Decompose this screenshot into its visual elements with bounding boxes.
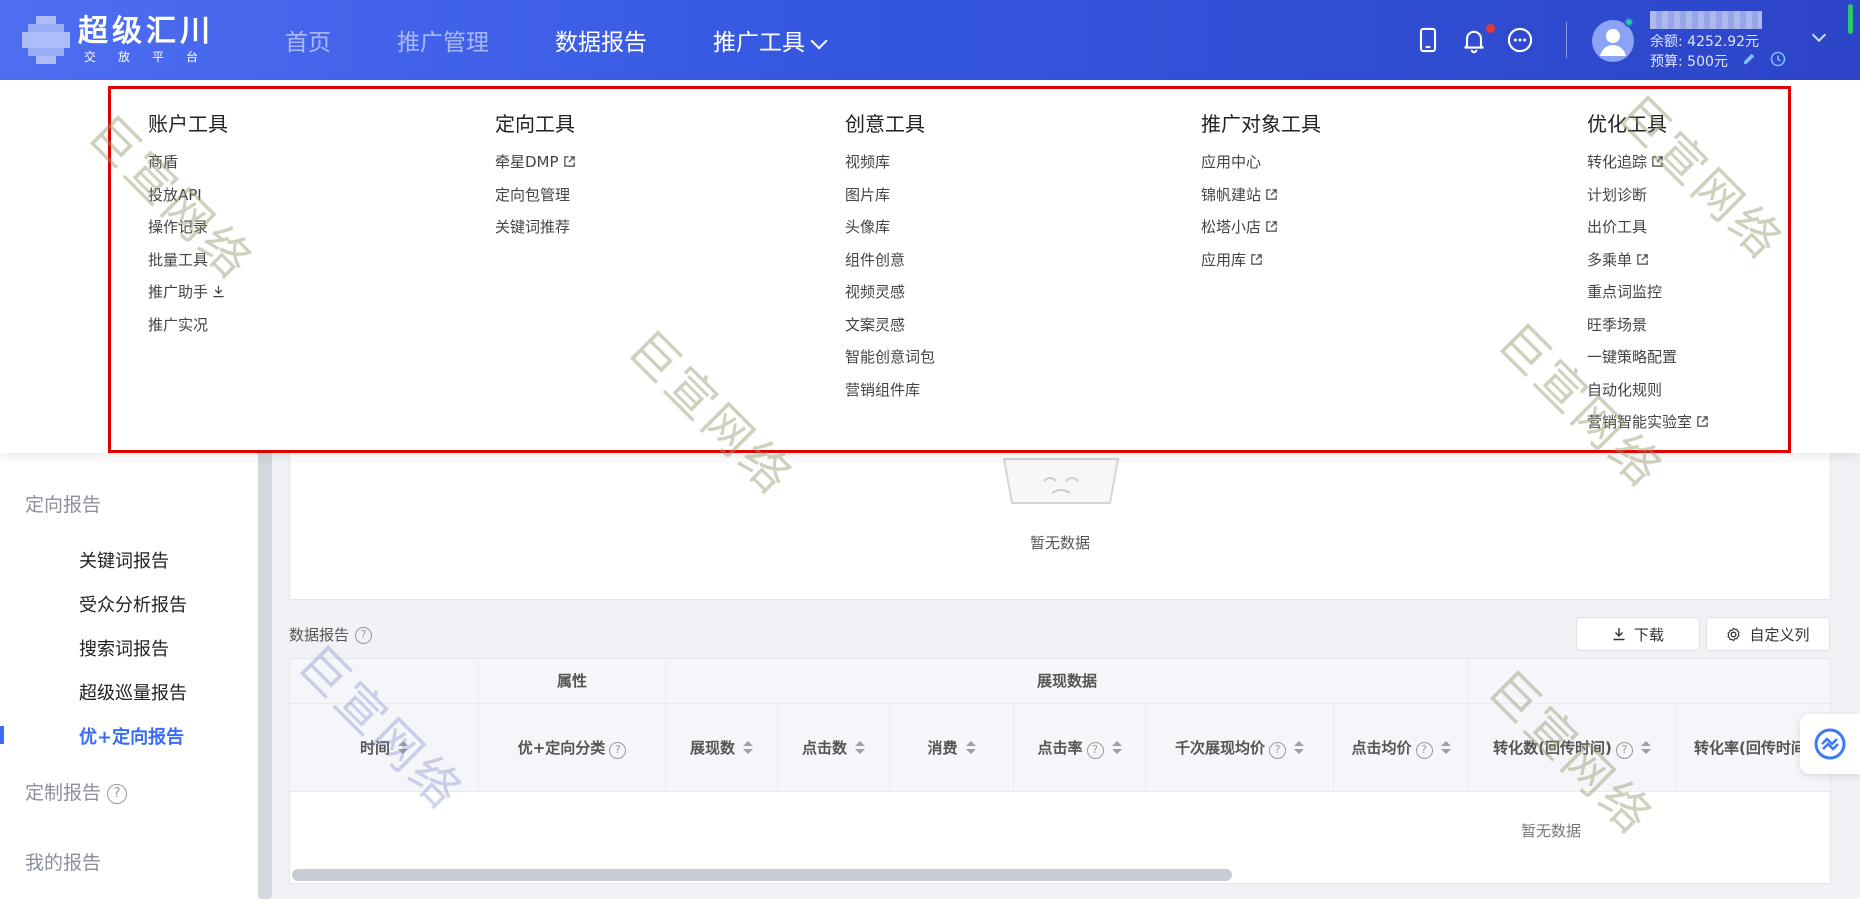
help-icon[interactable]: ? [609, 742, 627, 759]
sort-icon[interactable] [1294, 741, 1304, 755]
nav-promotion-tools-label: 推广工具 [713, 30, 805, 56]
group-header-blank [290, 659, 479, 704]
column-header-cpm-label: 千次展现均价 [1174, 739, 1265, 757]
column-header-category[interactable]: 优+定向分类? [479, 704, 666, 792]
nav-home[interactable]: 首页 [285, 23, 331, 57]
user-menu-chevron-icon[interactable] [1811, 27, 1827, 43]
nav-promotion-management[interactable]: 推广管理 [397, 23, 489, 57]
sidebar-scrollbar[interactable] [258, 440, 272, 899]
column-header-clicks[interactable]: 点击数 [778, 704, 890, 792]
column-header-spend[interactable]: 消费 [890, 704, 1014, 792]
sort-icon[interactable] [398, 741, 408, 755]
sidebar-group-targeting[interactable]: 定向报告 [25, 490, 101, 517]
assistant-icon [1814, 728, 1846, 760]
download-button[interactable]: 下载 [1576, 617, 1700, 651]
sidebar-group-custom[interactable]: 定制报告? [25, 778, 128, 805]
empty-state-text: 暂无数据 [1030, 534, 1091, 552]
nav-data-report[interactable]: 数据报告 [555, 23, 647, 57]
budget-text: 预算: 500元 [1650, 54, 1728, 70]
online-status-dot [1624, 17, 1634, 27]
help-icon[interactable]: ? [1269, 742, 1286, 759]
table-horizontal-scrollbar[interactable] [292, 869, 1232, 881]
column-header-cpc[interactable]: 点击均价? [1334, 704, 1469, 792]
empty-box-icon [1002, 458, 1120, 504]
help-icon[interactable]: ? [355, 627, 373, 644]
logo-subtitle: 交放平台 [84, 50, 221, 64]
sidebar-item-u-plus-targeting-report[interactable]: 优+定向报告 [79, 723, 184, 749]
sort-icon[interactable] [1440, 741, 1451, 755]
column-header-ctr-label: 点击率 [1037, 739, 1083, 757]
bell-icon[interactable] [1460, 26, 1488, 54]
logo-mosaic-icon [22, 16, 70, 64]
custom-columns-label: 自定义列 [1749, 625, 1810, 644]
data-table: 属性 展现数据 时间 优+定向分类? 展现数 点击数 消费 点击率? 千次展现均… [289, 658, 1831, 884]
column-header-spend-label: 消费 [927, 739, 958, 757]
notification-dot [1486, 24, 1495, 33]
custom-columns-button[interactable]: 自定义列 [1706, 617, 1830, 651]
table-empty-text: 暂无数据 [1521, 822, 1582, 840]
highlight-frame [108, 86, 1791, 453]
sort-icon[interactable] [965, 741, 976, 755]
section-title-label: 数据报告 [289, 626, 350, 644]
clock-icon[interactable] [1770, 51, 1786, 67]
column-header-conversions[interactable]: 转化数(回传时间)? [1469, 704, 1676, 792]
column-header-conversions-label: 转化数(回传时间) [1493, 739, 1612, 757]
download-icon [1613, 628, 1625, 641]
sidebar-item-super-patrol-report[interactable]: 超级巡量报告 [79, 679, 187, 705]
column-header-cpm[interactable]: 千次展现均价? [1146, 704, 1334, 792]
chevron-down-icon [810, 32, 828, 50]
sidebar-item-keyword-report[interactable]: 关键词报告 [79, 547, 169, 573]
floating-assistant-button[interactable] [1800, 714, 1860, 774]
column-header-impressions-label: 展现数 [689, 739, 735, 757]
main-nav: 首页 推广管理 数据报告 推广工具 [285, 0, 891, 80]
column-header-ctr[interactable]: 点击率? [1014, 704, 1146, 792]
column-header-cpc-label: 点击均价 [1351, 739, 1412, 757]
help-icon[interactable]: ? [1415, 742, 1433, 759]
edit-icon[interactable] [1742, 52, 1756, 66]
column-header-category-label: 优+定向分类 [517, 739, 606, 757]
gear-icon [1727, 627, 1741, 641]
column-header-clicks-label: 点击数 [801, 739, 847, 757]
status-indicator [1848, 4, 1853, 34]
column-header-time[interactable]: 时间 [290, 704, 479, 792]
sort-icon[interactable] [855, 741, 865, 755]
column-header-time-label: 时间 [359, 739, 390, 757]
sort-icon[interactable] [1640, 741, 1651, 755]
table-group-header-row: 属性 展现数据 [290, 659, 1830, 704]
section-title: 数据报告? [289, 624, 373, 645]
sidebar-active-indicator [0, 726, 4, 744]
sort-icon[interactable] [743, 741, 753, 755]
sidebar-item-audience-report[interactable]: 受众分析报告 [79, 591, 187, 617]
logo-title: 超级汇川 [78, 14, 214, 49]
help-icon[interactable]: ? [107, 784, 128, 804]
more-icon[interactable] [1506, 26, 1534, 54]
user-name-blurred [1650, 11, 1762, 29]
group-header-blank-right [1469, 659, 1830, 704]
table-header-row: 时间 优+定向分类? 展现数 点击数 消费 点击率? 千次展现均价? 点击均价?… [290, 704, 1830, 792]
column-header-impressions[interactable]: 展现数 [666, 704, 778, 792]
mobile-icon[interactable] [1414, 26, 1442, 54]
sidebar-item-search-term-report[interactable]: 搜索词报告 [79, 635, 169, 661]
logo[interactable]: 超级汇川 交放平台 [22, 14, 220, 66]
top-header: 超级汇川 交放平台 首页 推广管理 数据报告 推广工具 余额: 4252.92元… [0, 0, 1860, 80]
group-header-attribute: 属性 [479, 659, 666, 704]
sort-icon[interactable] [1111, 741, 1122, 755]
group-header-impression-data: 展现数据 [666, 659, 1469, 704]
balance-text: 余额: 4252.92元 [1650, 34, 1760, 50]
sidebar-group-mine[interactable]: 我的报告 [25, 848, 101, 875]
download-label: 下载 [1633, 625, 1664, 644]
sidebar-group-custom-label: 定制报告 [25, 782, 102, 804]
nav-promotion-tools[interactable]: 推广工具 [713, 23, 828, 57]
header-divider [1566, 22, 1567, 58]
help-icon[interactable]: ? [1615, 742, 1633, 759]
help-icon[interactable]: ? [1086, 742, 1104, 759]
